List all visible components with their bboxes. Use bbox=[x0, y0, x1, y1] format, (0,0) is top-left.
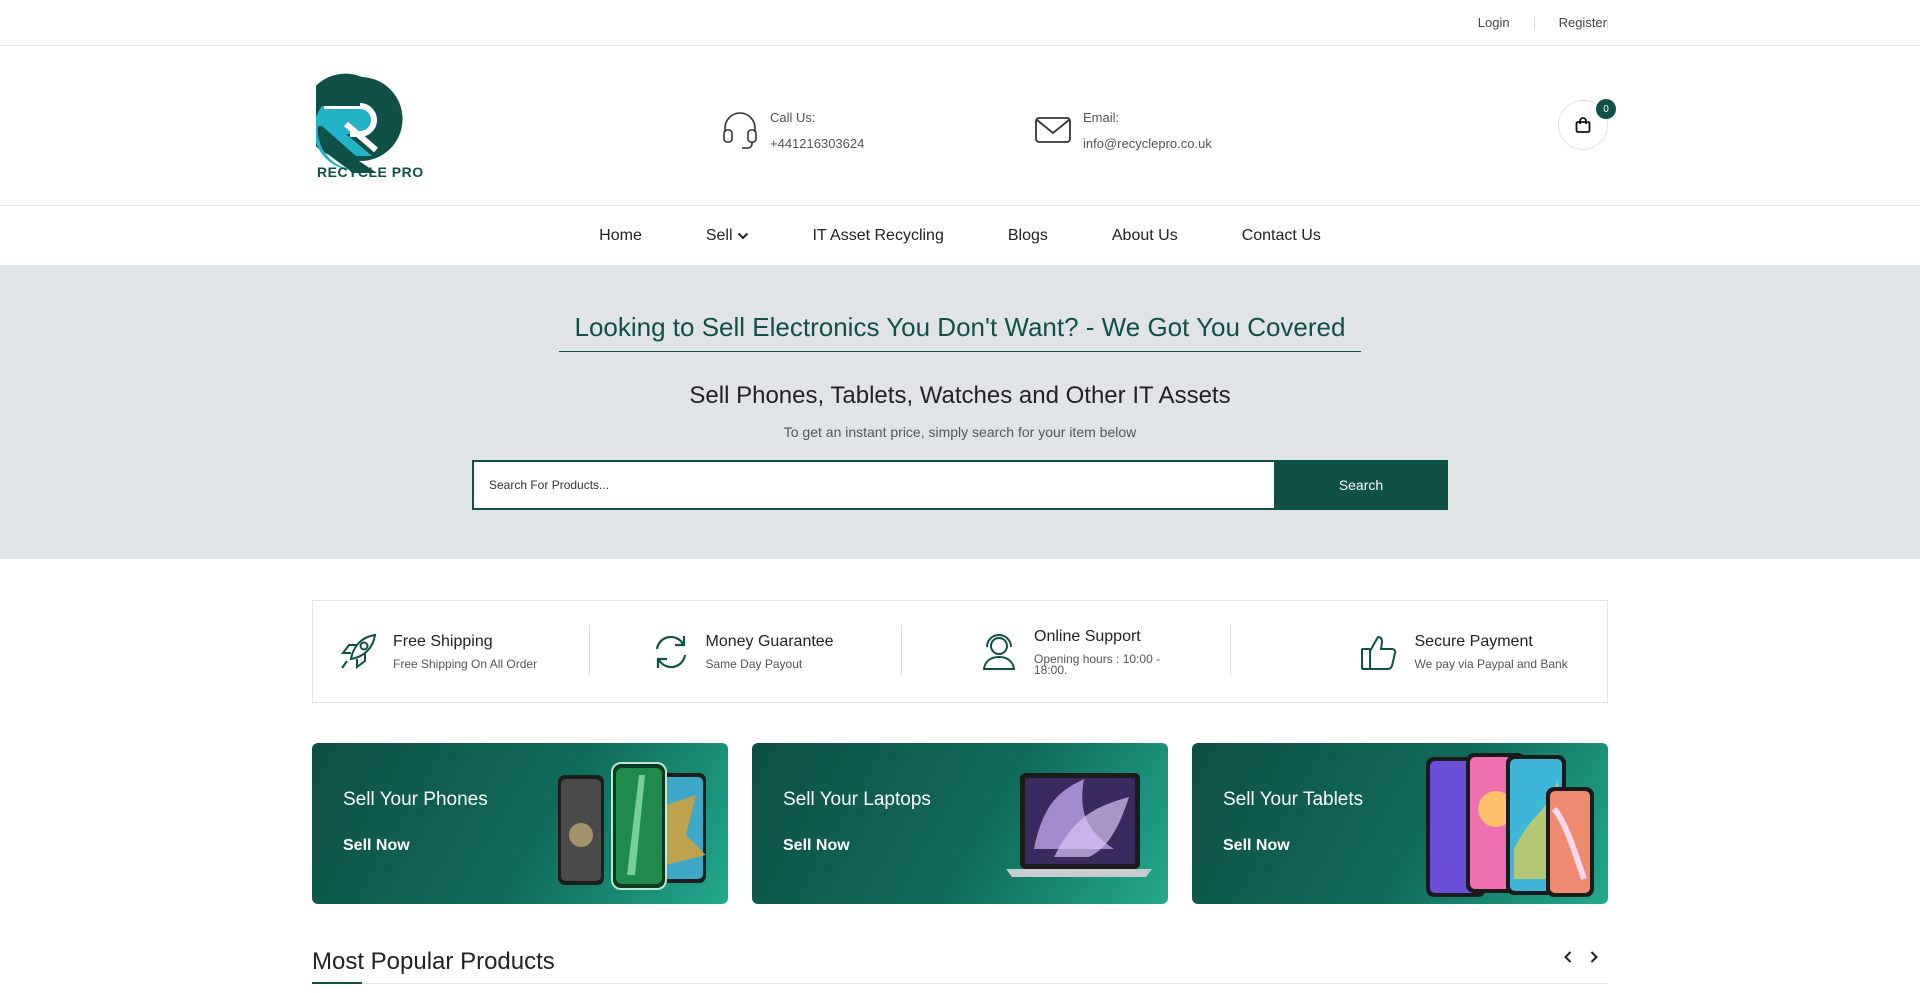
nav-it-asset-recycling[interactable]: IT Asset Recycling bbox=[813, 227, 944, 245]
rocket-icon bbox=[341, 633, 377, 669]
shopping-bag-icon bbox=[1575, 117, 1591, 133]
category-cards: Sell Your Phones Sell Now Sell Your Lapt… bbox=[312, 743, 1608, 904]
phones-image bbox=[558, 762, 706, 890]
support-agent-icon bbox=[982, 633, 1016, 670]
headset-icon bbox=[723, 112, 757, 149]
chevron-down-icon bbox=[737, 232, 748, 239]
nav-contact-us[interactable]: Contact Us bbox=[1242, 227, 1321, 245]
nav-contact-label: Contact Us bbox=[1241, 226, 1321, 244]
hero-helper-text: To get an instant price, simply search f… bbox=[783, 424, 1137, 440]
section-title: Most Popular Products bbox=[312, 948, 555, 975]
card-sell-tablets[interactable]: Sell Your Tablets Sell Now bbox=[1192, 743, 1608, 904]
phone-number[interactable]: +441216303624 bbox=[770, 136, 864, 151]
account-links: Login Register bbox=[1454, 0, 1608, 46]
nav-blogs-label: Blogs bbox=[1007, 226, 1048, 244]
feature-money-guarantee: Money Guarantee Same Day Payout bbox=[586, 601, 902, 702]
nav-blogs[interactable]: Blogs bbox=[1008, 227, 1048, 245]
brand-name: RECYCLE PRO bbox=[317, 164, 424, 180]
login-link[interactable]: Login bbox=[1454, 16, 1535, 30]
thumbs-up-icon bbox=[1360, 635, 1396, 670]
sell-now-button[interactable]: Sell Now bbox=[1223, 837, 1290, 855]
feature-subtitle: We pay via Paypal and Bank bbox=[1414, 657, 1568, 671]
feature-subtitle: Same Day Payout bbox=[705, 657, 803, 671]
card-title: Sell Your Tablets bbox=[1223, 789, 1364, 810]
main-nav: Home Sell IT Asset Recycling Blogs About… bbox=[0, 206, 1920, 266]
envelope-icon bbox=[1035, 117, 1071, 143]
email-label: Email: bbox=[1083, 110, 1120, 125]
feature-title: Online Support bbox=[1034, 627, 1141, 645]
section-underline bbox=[312, 982, 362, 984]
hero-search-section: Looking to Sell Electronics You Don't Wa… bbox=[0, 266, 1920, 559]
top-bar: Login Register bbox=[0, 0, 1920, 46]
feature-title: Free Shipping bbox=[393, 633, 493, 650]
email-block: Email: info@recyclepro.co.uk bbox=[1033, 104, 1212, 151]
chevron-left-icon[interactable] bbox=[1562, 950, 1574, 969]
nav-home-label: Home bbox=[599, 226, 642, 244]
call-us-block: Call Us: +441216303624 bbox=[720, 104, 864, 151]
features-strip: Free Shipping Free Shipping On All Order… bbox=[312, 600, 1608, 703]
feature-subtitle: Opening hours : 10:00 - 18:00. bbox=[1034, 651, 1161, 677]
sell-now-button[interactable]: Sell Now bbox=[783, 837, 850, 855]
section-rule bbox=[312, 983, 1608, 984]
search-button[interactable]: Search bbox=[1274, 460, 1448, 510]
nav-it-asset-label: IT Asset Recycling bbox=[812, 226, 944, 244]
card-title: Sell Your Phones bbox=[343, 789, 488, 810]
call-us-label: Call Us: bbox=[770, 110, 816, 125]
refresh-icon bbox=[655, 635, 686, 668]
product-search-form: Search bbox=[472, 460, 1448, 510]
feature-free-shipping: Free Shipping Free Shipping On All Order bbox=[313, 601, 590, 702]
card-sell-phones[interactable]: Sell Your Phones Sell Now bbox=[312, 743, 728, 904]
feature-online-support: Online Support Opening hours : 10:00 - 1… bbox=[898, 601, 1231, 702]
card-title: Sell Your Laptops bbox=[783, 789, 931, 810]
laptop-image bbox=[1006, 773, 1152, 877]
sell-now-button[interactable]: Sell Now bbox=[343, 837, 410, 855]
cart-button[interactable]: 0 bbox=[1558, 99, 1616, 150]
tablets-image bbox=[1426, 753, 1594, 897]
nav-about-us[interactable]: About Us bbox=[1112, 227, 1178, 245]
feature-title: Money Guarantee bbox=[705, 633, 834, 650]
nav-home[interactable]: Home bbox=[599, 227, 642, 245]
hero-headline: Looking to Sell Electronics You Don't Wa… bbox=[559, 312, 1361, 352]
carousel-arrows bbox=[1548, 950, 1600, 969]
feature-secure-payment: Secure Payment We pay via Paypal and Ban… bbox=[1227, 601, 1608, 702]
site-header: RECYCLE PRO Call Us: +441216303624 Email… bbox=[0, 46, 1920, 206]
nav-sell-label: Sell bbox=[705, 226, 733, 244]
email-address[interactable]: info@recyclepro.co.uk bbox=[1083, 136, 1212, 151]
feature-title: Secure Payment bbox=[1414, 633, 1533, 650]
cart-count-badge: 0 bbox=[1596, 99, 1616, 119]
register-link[interactable]: Register bbox=[1535, 16, 1608, 30]
feature-subtitle: Free Shipping On All Order bbox=[393, 657, 538, 671]
chevron-right-icon[interactable] bbox=[1588, 950, 1600, 969]
most-popular-section: Most Popular Products bbox=[312, 948, 1608, 984]
nav-sell[interactable]: Sell bbox=[706, 227, 749, 245]
card-sell-laptops[interactable]: Sell Your Laptops Sell Now bbox=[752, 743, 1168, 904]
nav-about-label: About Us bbox=[1111, 226, 1178, 244]
search-input[interactable] bbox=[472, 460, 1274, 510]
hero-subheadline: Sell Phones, Tablets, Watches and Other … bbox=[689, 382, 1231, 409]
